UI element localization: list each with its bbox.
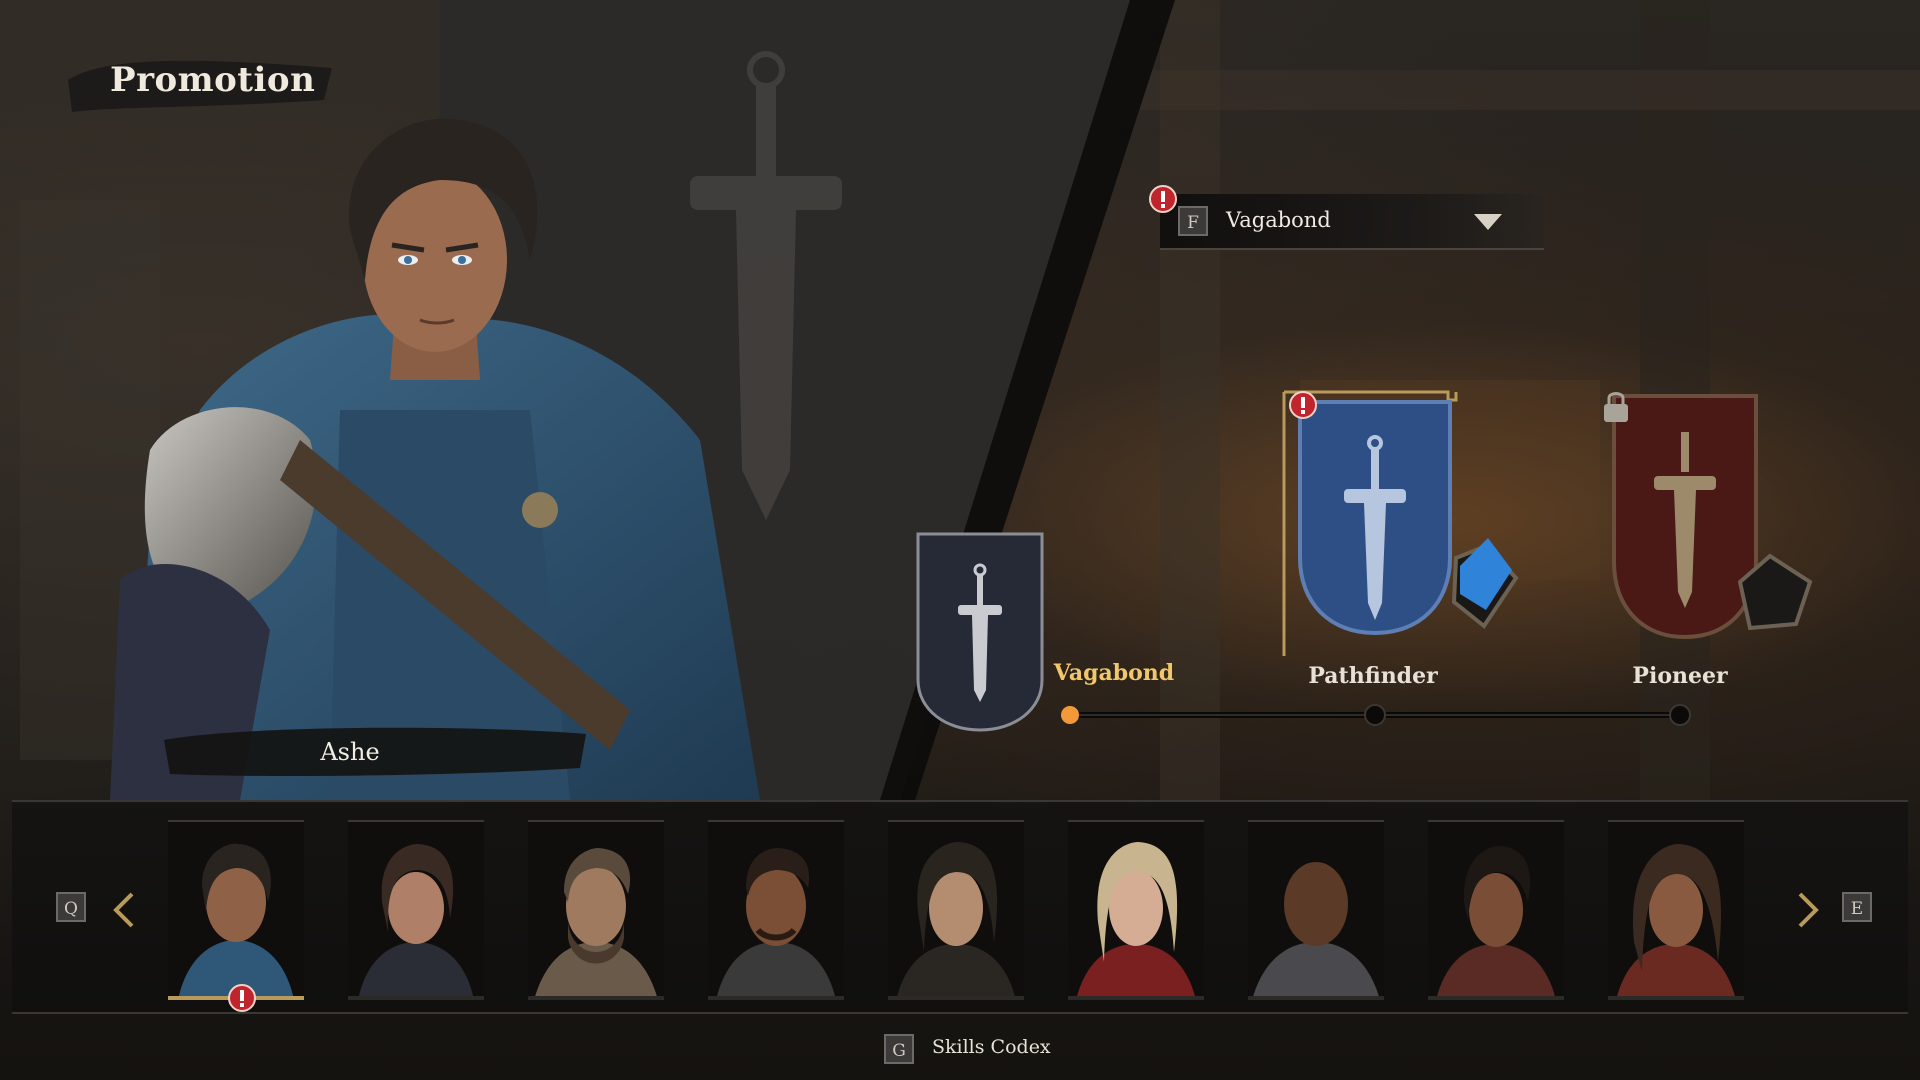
chevron-right-icon[interactable] — [1792, 890, 1822, 930]
track-node — [1669, 704, 1691, 726]
roster-slot[interactable] — [1608, 820, 1744, 1000]
class-dropdown[interactable]: F Vagabond — [1160, 194, 1544, 250]
class-card-pathfinder[interactable] — [1280, 388, 1520, 658]
character-portrait — [358, 844, 474, 1000]
alert-icon — [1289, 391, 1317, 419]
slot-underline — [1068, 996, 1204, 1000]
slot-underline — [1608, 996, 1744, 1000]
class-name-vagabond: Vagabond — [1053, 660, 1175, 686]
roster-slot[interactable] — [708, 820, 844, 1000]
chevron-down-icon[interactable] — [1474, 214, 1502, 230]
slot-underline — [528, 996, 664, 1000]
hero-name: Ashe — [320, 738, 380, 766]
roster-slot-ashe[interactable] — [168, 820, 304, 1000]
character-portrait — [896, 842, 1016, 1000]
character-portrait — [534, 848, 658, 1000]
page-title-banner: Promotion — [62, 50, 342, 116]
hero-portrait — [110, 118, 760, 800]
slot-underline — [348, 996, 484, 1000]
skills-codex-button[interactable]: G Skills Codex — [870, 1030, 1090, 1070]
character-portrait — [1616, 844, 1736, 1000]
hero-name-plate: Ashe — [160, 720, 590, 782]
class-dropdown-value: Vagabond — [1226, 208, 1331, 232]
class-card-pioneer[interactable] — [1600, 392, 1820, 652]
chevron-left-icon[interactable] — [110, 890, 140, 930]
alert-icon — [1149, 185, 1177, 213]
key-hint-q: Q — [56, 892, 86, 922]
roster-slot[interactable] — [348, 820, 484, 1000]
key-hint-f: F — [1178, 206, 1208, 236]
roster-slot[interactable] — [528, 820, 664, 1000]
key-hint-g: G — [884, 1034, 914, 1064]
roster-slot[interactable] — [1068, 820, 1204, 1000]
page-title: Promotion — [110, 60, 316, 100]
class-name-pioneer: Pioneer — [1632, 663, 1728, 689]
roster-slot[interactable] — [888, 820, 1024, 1000]
skills-codex-label: Skills Codex — [932, 1036, 1051, 1058]
slot-underline — [1248, 996, 1384, 1000]
character-roster: Q E — [12, 800, 1908, 1014]
track-node — [1364, 704, 1386, 726]
slot-underline — [888, 996, 1024, 1000]
alert-icon — [228, 984, 256, 1012]
character-portrait — [1436, 846, 1556, 1000]
promotion-track — [1061, 704, 1691, 726]
roster-slot[interactable] — [1428, 820, 1564, 1000]
roster-slot[interactable] — [1248, 820, 1384, 1000]
character-portrait — [1252, 862, 1380, 1000]
character-portrait — [716, 848, 836, 1000]
class-card-vagabond[interactable] — [914, 530, 1046, 734]
slot-underline — [708, 996, 844, 1000]
character-portrait — [1076, 842, 1196, 1000]
track-node-current — [1061, 706, 1079, 724]
class-name-pathfinder: Pathfinder — [1308, 663, 1438, 689]
character-portrait — [178, 843, 294, 1000]
key-hint-e: E — [1842, 892, 1872, 922]
slot-underline — [1428, 996, 1564, 1000]
